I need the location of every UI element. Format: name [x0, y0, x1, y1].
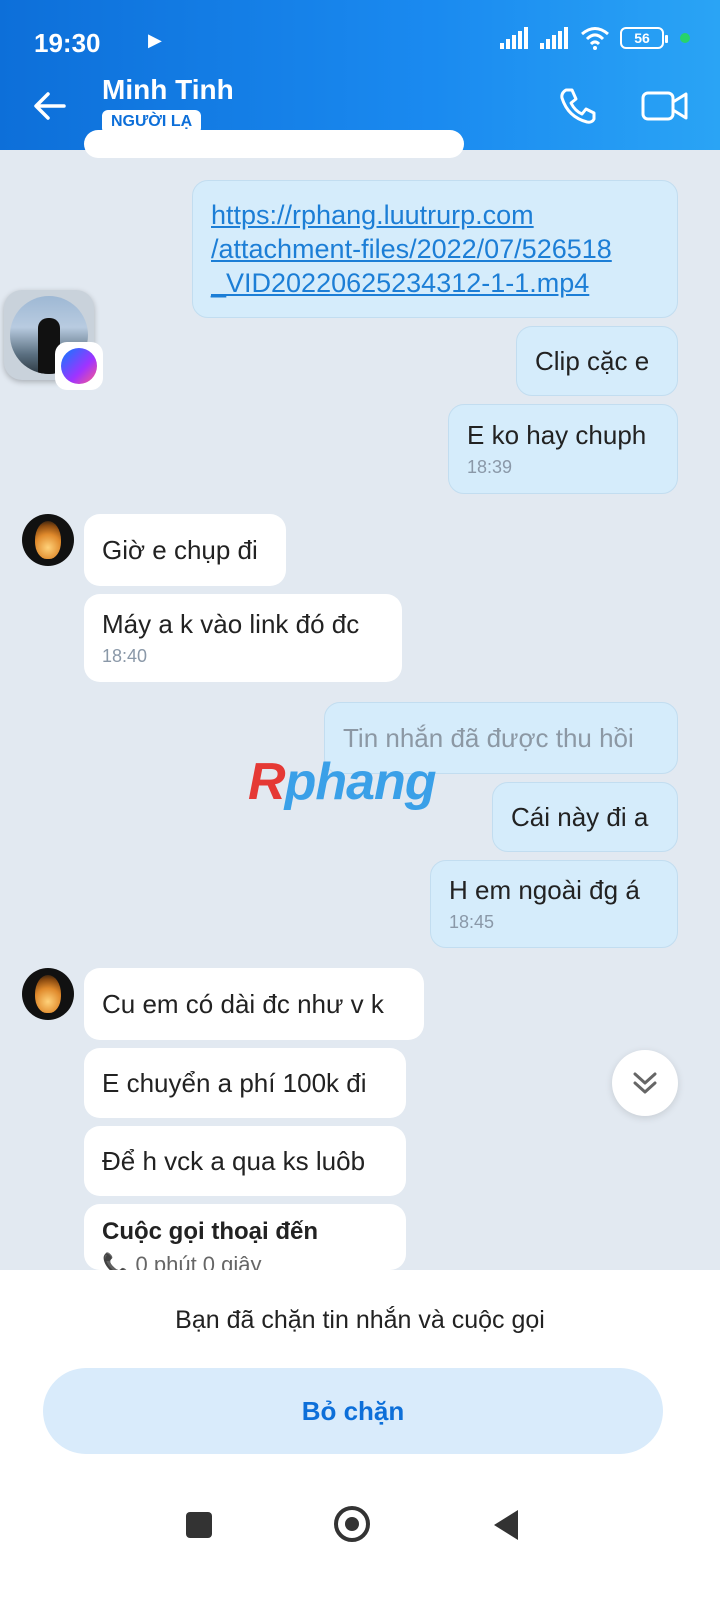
- message-bubble[interactable]: Clip cặc e: [516, 326, 678, 396]
- incoming-call-icon: 📞: [102, 1252, 136, 1270]
- message-link-bubble[interactable]: https://rphang.luutrurp.com /attachment-…: [192, 180, 678, 318]
- contact-avatar[interactable]: [22, 968, 74, 1020]
- signal-icon: [500, 27, 528, 49]
- recents-icon[interactable]: [186, 1512, 212, 1538]
- message-text: Cái này đi a: [511, 801, 649, 832]
- status-time: 19:30: [34, 28, 101, 58]
- message-time: 18:40: [102, 646, 148, 666]
- message-bubble[interactable]: Cái này đi a: [492, 782, 678, 852]
- message-bubble[interactable]: E chuyển a phí 100k đi: [84, 1048, 406, 1118]
- message-bubble[interactable]: Cu em có dài đc như v k: [84, 968, 424, 1040]
- message-text: Để h vck a qua ks luôb: [102, 1145, 366, 1176]
- message-time: 18:39: [467, 457, 513, 477]
- system-back-icon[interactable]: [494, 1510, 518, 1540]
- back-arrow-icon[interactable]: [30, 86, 70, 126]
- message-text: E ko hay chuph: [467, 420, 647, 450]
- scroll-to-bottom-button[interactable]: [612, 1050, 678, 1116]
- home-icon[interactable]: [334, 1506, 370, 1542]
- message-bubble[interactable]: H em ngoài đg á 18:45: [430, 860, 678, 948]
- system-nav-bar: [0, 1506, 720, 1546]
- message-text: Giờ e chụp đi: [102, 534, 258, 565]
- status-bar: 19:30 ▶ 56: [34, 22, 690, 58]
- message-text: E chuyển a phí 100k đi: [102, 1067, 367, 1098]
- watermark-logo: Rphang: [248, 753, 437, 811]
- attachment-link-line[interactable]: _VID20220625234312-1-1.mp4: [211, 266, 659, 300]
- status-icons: 56: [500, 26, 690, 50]
- recalled-message-text: Tin nhắn đã được thu hồi: [343, 722, 634, 753]
- messenger-icon[interactable]: [55, 342, 103, 390]
- unblock-button[interactable]: Bỏ chặn: [43, 1368, 663, 1454]
- message-text: Cu em có dài đc như v k: [102, 988, 384, 1019]
- contact-name[interactable]: Minh Tinh: [102, 74, 234, 106]
- message-text: Máy a k vào link đó đc: [102, 609, 360, 639]
- video-call-icon[interactable]: [640, 84, 690, 128]
- call-log-duration: 📞 0 phút 0 giây: [102, 1252, 388, 1270]
- message-text: H em ngoài đg á: [449, 875, 640, 905]
- media-play-icon: ▶: [148, 30, 162, 50]
- double-chevron-down-icon: [633, 1072, 657, 1094]
- message-bubble[interactable]: E ko hay chuph 18:39: [448, 404, 678, 494]
- privacy-dot-icon: [680, 33, 690, 43]
- attachment-link-line[interactable]: https://rphang.luutrurp.com: [211, 198, 659, 232]
- message-text: Clip cặc e: [535, 345, 650, 376]
- chat-header: 19:30 ▶ 56 Minh Tinh NGƯỜI LẠ: [0, 0, 720, 150]
- attachment-link-line[interactable]: /attachment-files/2022/07/526518: [211, 232, 659, 266]
- call-log-bubble[interactable]: Cuộc gọi thoại đến 📞 0 phút 0 giây: [84, 1204, 406, 1270]
- phone-call-icon[interactable]: [556, 84, 600, 128]
- message-bubble-partial: [84, 130, 464, 158]
- blocked-footer: Bạn đã chặn tin nhắn và cuộc gọi Bỏ chặn: [0, 1270, 720, 1600]
- message-bubble[interactable]: Máy a k vào link đó đc 18:40: [84, 594, 402, 682]
- wifi-icon: [581, 27, 609, 50]
- signal-icon: [540, 27, 568, 49]
- contact-avatar[interactable]: [22, 514, 74, 566]
- message-time: 18:45: [449, 912, 495, 932]
- blocked-notice: Bạn đã chặn tin nhắn và cuộc gọi: [175, 1306, 545, 1334]
- call-log-title: Cuộc gọi thoại đến: [102, 1218, 318, 1245]
- message-bubble[interactable]: Giờ e chụp đi: [84, 514, 286, 586]
- message-bubble[interactable]: Để h vck a qua ks luôb: [84, 1126, 406, 1196]
- battery-icon: 56: [620, 27, 668, 49]
